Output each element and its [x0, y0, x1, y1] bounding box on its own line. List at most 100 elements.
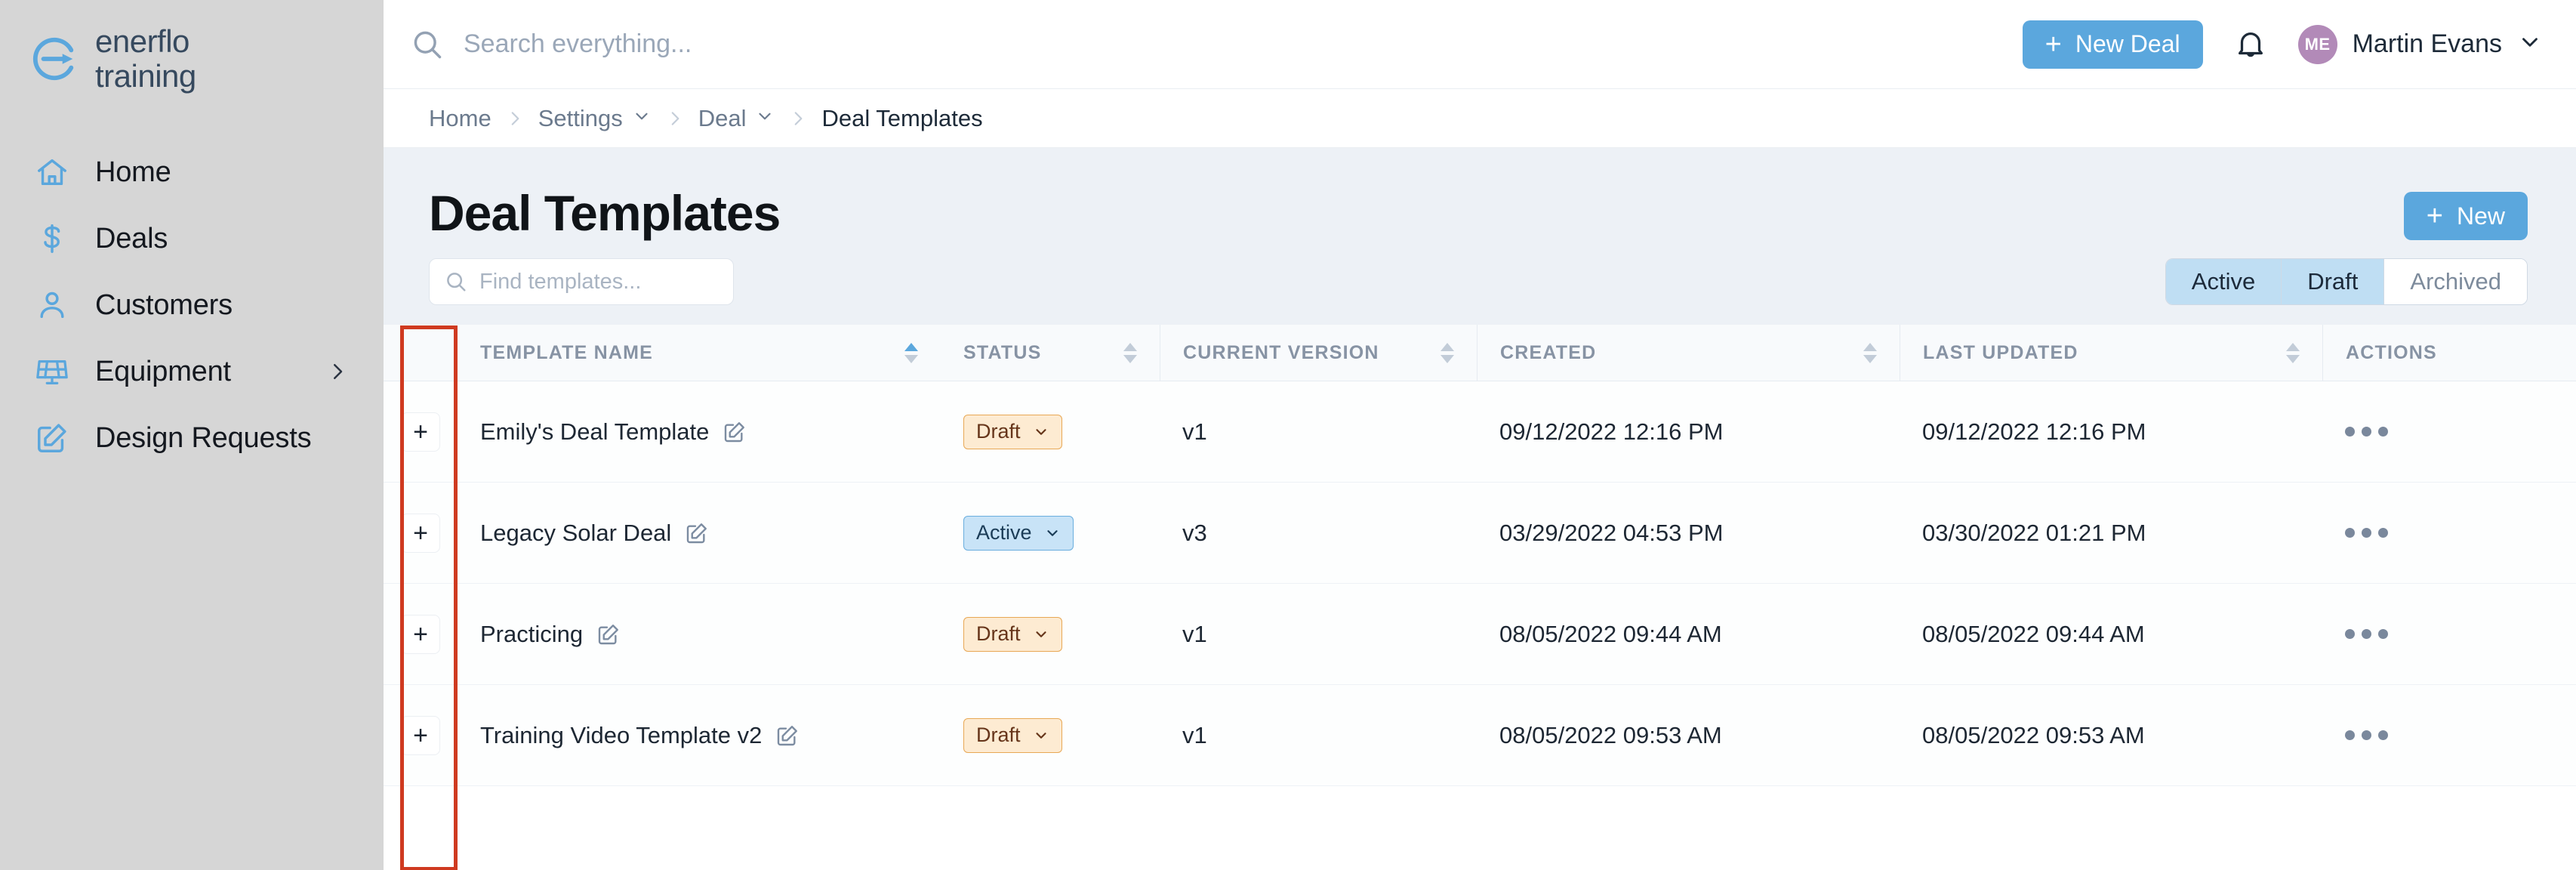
- row-expand-cell: +: [384, 482, 458, 584]
- template-name: Emily's Deal Template: [480, 418, 710, 445]
- row-updated-cell: 09/12/2022 12:16 PM: [1900, 381, 2322, 483]
- column-header-created[interactable]: CREATED: [1477, 325, 1900, 381]
- table-row[interactable]: + Legacy Solar Deal Active v3 03/29/2022…: [384, 482, 2576, 584]
- template-name: Practicing: [480, 620, 584, 647]
- breadcrumb: Home Settings Deal Deal Templates: [384, 89, 2576, 148]
- breadcrumb-item-settings[interactable]: Settings: [538, 105, 652, 132]
- expand-row-button[interactable]: +: [401, 513, 440, 553]
- ellipsis-icon[interactable]: [2345, 427, 2553, 437]
- sort-toggle-template-name[interactable]: [904, 342, 918, 363]
- sort-toggle-last-updated[interactable]: [2286, 342, 2300, 363]
- column-header-template-name[interactable]: TEMPLATE NAME: [458, 325, 941, 381]
- page-title: Deal Templates: [429, 185, 781, 241]
- table-body: + Emily's Deal Template Draft v1 09/12/2…: [384, 381, 2576, 786]
- avatar: ME: [2297, 24, 2337, 64]
- user-name: Martin Evans: [2352, 29, 2502, 58]
- new-button-label: New: [2456, 202, 2505, 230]
- pencil-square-icon[interactable]: [596, 622, 621, 646]
- row-name-cell: Legacy Solar Deal: [458, 482, 941, 584]
- row-status-cell: Draft: [941, 583, 1160, 685]
- column-label: TEMPLATE NAME: [480, 341, 654, 363]
- filter-draft[interactable]: Draft: [2282, 259, 2385, 304]
- breadcrumb-item-home[interactable]: Home: [429, 105, 491, 132]
- sort-toggle-current-version[interactable]: [1441, 342, 1454, 363]
- expand-row-button[interactable]: +: [401, 412, 440, 452]
- sort-toggle-created[interactable]: [1863, 342, 1877, 363]
- sidebar-item-label: Customers: [95, 288, 233, 321]
- expand-row-button[interactable]: +: [401, 614, 440, 654]
- sort-asc-icon: [904, 342, 918, 351]
- dot: [2362, 427, 2371, 437]
- page-content: Deal Templates + New Active: [384, 148, 2576, 870]
- sidebar-item-label: Equipment: [95, 355, 231, 387]
- row-version-cell: v1: [1160, 583, 1477, 685]
- sort-asc-icon: [1441, 342, 1454, 351]
- sidebar-nav: Home Deals Customers Equipment Design Re…: [0, 139, 384, 471]
- row-expand-cell: +: [384, 381, 458, 483]
- row-name-cell: Emily's Deal Template: [458, 381, 941, 483]
- status-badge[interactable]: Draft: [963, 717, 1062, 753]
- sort-desc-icon: [904, 354, 918, 363]
- status-label: Active: [976, 521, 1032, 544]
- table-row[interactable]: + Training Video Template v2 Draft v1 08…: [384, 684, 2576, 786]
- row-name-cell: Training Video Template v2: [458, 684, 941, 786]
- column-header-current-version[interactable]: CURRENT VERSION: [1160, 325, 1477, 381]
- breadcrumb-separator: [505, 109, 525, 128]
- pencil-square-icon[interactable]: [685, 521, 709, 545]
- new-template-button[interactable]: + New: [2403, 192, 2528, 240]
- table-row[interactable]: + Practicing Draft v1 08/05/2022 09:44 A…: [384, 583, 2576, 685]
- status-badge[interactable]: Active: [963, 515, 1074, 551]
- row-status-cell: Active: [941, 482, 1160, 584]
- filter-active[interactable]: Active: [2165, 259, 2282, 304]
- table-header-row: TEMPLATE NAME STATUS CURRENT VERSION CRE…: [384, 325, 2576, 381]
- column-label: CURRENT VERSION: [1183, 341, 1379, 363]
- sidebar-item-design-requests[interactable]: Design Requests: [0, 405, 384, 471]
- expand-row-button[interactable]: +: [401, 715, 440, 755]
- sidebar-item-deals[interactable]: Deals: [0, 205, 384, 272]
- status-badge[interactable]: Draft: [963, 616, 1062, 652]
- search-input[interactable]: [464, 29, 2023, 59]
- global-search[interactable]: [411, 28, 2023, 61]
- solar-panel-icon: [32, 351, 72, 392]
- column-header-last-updated[interactable]: LAST UPDATED: [1900, 325, 2322, 381]
- sidebar-item-home[interactable]: Home: [0, 139, 384, 205]
- user-menu[interactable]: ME Martin Evans: [2297, 24, 2543, 64]
- sidebar-item-customers[interactable]: Customers: [0, 272, 384, 338]
- column-header-status[interactable]: STATUS: [941, 325, 1160, 381]
- status-badge[interactable]: Draft: [963, 414, 1062, 449]
- dot: [2345, 730, 2355, 740]
- templates-table: TEMPLATE NAME STATUS CURRENT VERSION CRE…: [384, 325, 2576, 786]
- table-row[interactable]: + Emily's Deal Template Draft v1 09/12/2…: [384, 381, 2576, 483]
- find-templates-field[interactable]: [429, 258, 734, 305]
- ellipsis-icon[interactable]: [2345, 730, 2553, 740]
- sort-toggle-status[interactable]: [1123, 342, 1137, 363]
- row-version-cell: v1: [1160, 684, 1477, 786]
- new-deal-button[interactable]: + New Deal: [2022, 20, 2203, 69]
- ellipsis-icon[interactable]: [2345, 629, 2553, 639]
- breadcrumb-separator: [788, 109, 808, 128]
- breadcrumb-item-deal[interactable]: Deal: [698, 105, 775, 132]
- row-expand-cell: +: [384, 583, 458, 685]
- row-actions-cell: [2322, 381, 2576, 483]
- ellipsis-icon[interactable]: [2345, 528, 2553, 538]
- brand-logo[interactable]: enerflo training: [0, 20, 384, 92]
- sidebar-item-equipment[interactable]: Equipment: [0, 338, 384, 405]
- column-header-actions: ACTIONS: [2322, 325, 2576, 381]
- chevron-right-icon: [326, 360, 349, 383]
- row-version-cell: v1: [1160, 381, 1477, 483]
- user-icon: [32, 285, 72, 325]
- row-updated-cell: 08/05/2022 09:53 AM: [1900, 684, 2322, 786]
- bell-icon[interactable]: [2233, 27, 2268, 62]
- templates-table-wrapper: TEMPLATE NAME STATUS CURRENT VERSION CRE…: [384, 325, 2576, 870]
- chevron-down-icon: [755, 105, 775, 132]
- sort-desc-icon: [2286, 354, 2300, 363]
- breadcrumb-label: Deal: [698, 104, 747, 131]
- row-actions-cell: [2322, 684, 2576, 786]
- brand-line-1: enerflo: [95, 23, 190, 59]
- sort-desc-icon: [1441, 354, 1454, 363]
- pencil-square-icon[interactable]: [775, 723, 800, 748]
- pencil-square-icon[interactable]: [723, 420, 747, 444]
- chevron-down-icon: [1033, 626, 1049, 643]
- filter-archived[interactable]: Archived: [2384, 259, 2527, 304]
- find-templates-input[interactable]: [479, 269, 718, 295]
